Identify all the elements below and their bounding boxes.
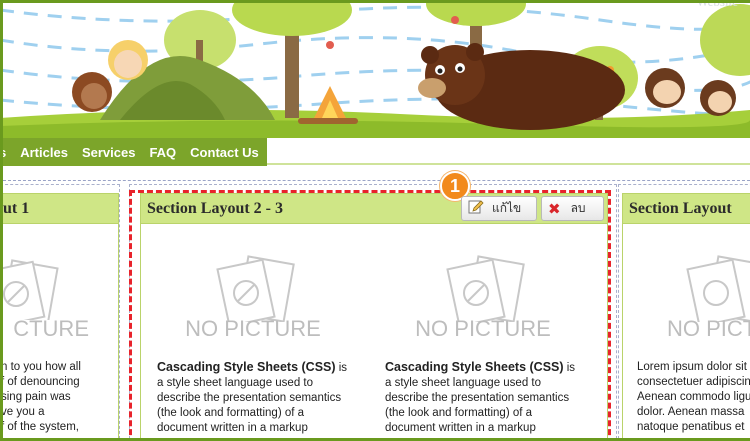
nav-link-contact-us[interactable]: Contact Us xyxy=(190,145,259,160)
no-picture-placeholder: NO PICT xyxy=(623,250,750,344)
text-line: describe the presentation semantics xyxy=(157,392,342,404)
layout-divider xyxy=(3,180,750,181)
close-x-icon: ✖ xyxy=(548,199,561,218)
text-line: dolor. Aenean massa xyxy=(637,406,745,418)
edit-button[interactable]: แก้ไข xyxy=(461,196,537,221)
nav-link-partial[interactable]: s xyxy=(0,145,6,160)
site-title-text: Website xyxy=(696,0,738,9)
no-picture-label: NO PICTURE xyxy=(185,316,321,341)
nav-link-articles[interactable]: Articles xyxy=(20,145,68,160)
card-text: Cascading Style Sheets (CSS) is a style … xyxy=(157,360,367,436)
column-left: ut 1 CTURE n to you how all f of denounc… xyxy=(0,184,120,441)
text-line: a style sheet language used to xyxy=(385,377,542,389)
column-right: Section Layout NO PICT Lorem ipsum dolor… xyxy=(618,184,750,441)
text-line: (the look and formatting) of a xyxy=(385,407,533,419)
text-line: f of denouncing xyxy=(1,376,80,388)
text-line: describe the presentation semantics xyxy=(385,392,570,404)
nav-link-services[interactable]: Services xyxy=(82,145,136,160)
main-nav: s Articles Services FAQ Contact Us xyxy=(0,138,267,166)
text-line: sing pain was xyxy=(1,391,71,403)
section-title: Section Layout xyxy=(623,194,750,224)
text-line: (the look and formatting) of a xyxy=(157,407,305,419)
text-lead-suffix: is xyxy=(563,362,576,374)
banner-illustration xyxy=(0,0,750,138)
text-line: n to you how all xyxy=(1,361,81,373)
no-picture-placeholder: NO PICTURE xyxy=(373,250,593,344)
no-picture-label: NO PICT xyxy=(667,316,750,341)
no-picture-icon xyxy=(446,255,525,328)
text-line: Cascading Style Sheets (CSS) is xyxy=(385,360,595,376)
text-line: document written in a markup xyxy=(385,422,536,434)
section-title: Section Layout 2 - 3 xyxy=(141,194,607,224)
text-line: f of the system, xyxy=(1,421,79,433)
no-picture-icon xyxy=(216,255,295,328)
text-line: consectetuer adipiscin xyxy=(637,376,750,388)
edit-button-label: แก้ไข xyxy=(492,201,522,215)
text-line: Lorem ipsum dolor sit xyxy=(637,361,747,373)
no-picture-label: CTURE xyxy=(13,316,89,341)
section-layout-1: ut 1 CTURE n to you how all f of denounc… xyxy=(0,193,119,441)
header-banner: Website xyxy=(0,0,750,138)
no-picture-label: NO PICTURE xyxy=(415,316,551,341)
text-line: natoque penatibus et xyxy=(637,421,745,433)
no-picture-placeholder: CTURE xyxy=(0,250,103,344)
text-line: document written in a markup xyxy=(157,422,308,434)
no-picture-icon xyxy=(0,259,59,328)
card-text: Cascading Style Sheets (CSS) is a style … xyxy=(385,360,595,436)
text-line: Cascading Style Sheets (CSS) is xyxy=(157,360,367,376)
nav-link-faq[interactable]: FAQ xyxy=(149,145,176,160)
text-line: ve you a xyxy=(1,406,45,418)
text-line: a style sheet language used to xyxy=(157,377,314,389)
no-picture-placeholder: NO PICTURE xyxy=(143,250,363,344)
delete-button[interactable]: ✖ ลบ xyxy=(541,196,604,221)
text-lead-suffix: is xyxy=(335,362,348,374)
delete-button-label: ลบ xyxy=(570,201,586,215)
text-lead: Cascading Style Sheets (CSS) xyxy=(385,360,564,374)
pencil-icon xyxy=(468,199,484,218)
section-layout-2-3[interactable]: Section Layout 2 - 3 NO PICTURE Cascadin… xyxy=(140,193,608,441)
text-line: Aenean commodo ligu xyxy=(637,391,750,403)
section-text: Lorem ipsum dolor sit consectetuer adipi… xyxy=(637,360,750,435)
column-middle: Section Layout 2 - 3 NO PICTURE Cascadin… xyxy=(129,184,617,441)
section-text: n to you how all f of denouncing sing pa… xyxy=(1,360,116,435)
text-lead: Cascading Style Sheets (CSS) xyxy=(157,360,336,374)
section-title: ut 1 xyxy=(3,194,118,224)
section-layout-right: Section Layout NO PICT Lorem ipsum dolor… xyxy=(622,193,750,441)
no-picture-icon xyxy=(686,255,750,328)
